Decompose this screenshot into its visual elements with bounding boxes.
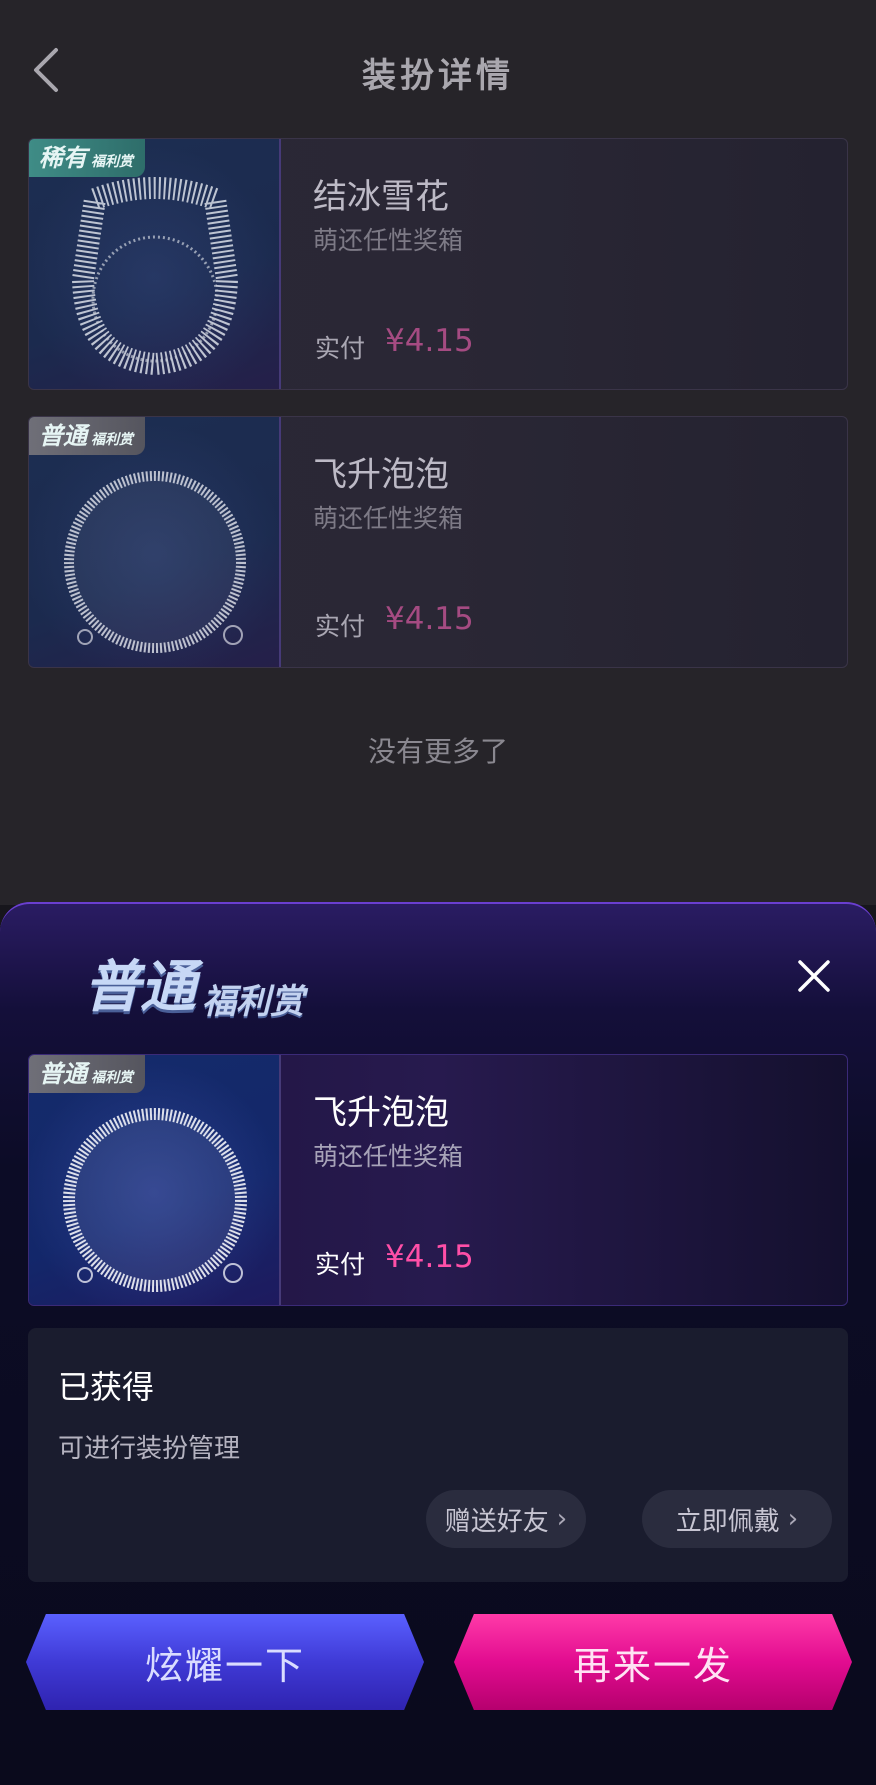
reward-sheet: 普通 福利赏 普通 福利赏 飞升泡泡 萌还任性奖箱 实付 ¥4.15 已获得 可… [0, 902, 876, 1785]
item-thumbnail: 普通 福利赏 [29, 417, 281, 667]
rarity-tag: 普通 福利赏 [29, 1055, 145, 1093]
pay-label: 实付 [315, 334, 366, 363]
item-thumbnail: 稀有 福利赏 [29, 139, 281, 389]
item-name: 飞升泡泡 [313, 1093, 449, 1133]
rarity-label: 普通 [39, 422, 87, 450]
close-button[interactable] [796, 958, 832, 994]
pay-price: ¥4.15 [385, 323, 474, 359]
status-description: 可进行装扮管理 [58, 1434, 241, 1464]
reward-type-label: 福利赏 [91, 154, 133, 170]
pay-label: 实付 [315, 1250, 366, 1279]
reward-item-card: 普通 福利赏 飞升泡泡 萌还任性奖箱 实付 ¥4.15 [28, 1054, 848, 1306]
item-name: 飞升泡泡 [313, 455, 449, 495]
rarity-tag: 普通 福利赏 [29, 417, 145, 455]
pay-price: ¥4.15 [385, 601, 474, 637]
list-item[interactable]: 稀有 福利赏 结冰雪花 萌还任性奖箱 实付 ¥4.15 [28, 138, 848, 390]
rarity-tag: 稀有 福利赏 [29, 139, 145, 177]
pay-label: 实付 [315, 612, 366, 641]
close-icon [798, 960, 830, 992]
pay-price: ¥4.15 [385, 1239, 474, 1275]
wear-now-button[interactable]: 立即佩戴 › [642, 1490, 832, 1548]
item-name: 结冰雪花 [313, 177, 449, 217]
item-source: 萌还任性奖箱 [313, 226, 464, 255]
item-source: 萌还任性奖箱 [313, 504, 464, 533]
chevron-right-icon: › [556, 1504, 568, 1534]
show-off-button[interactable]: 炫耀一下 [26, 1614, 424, 1710]
badge-reward-label: 福利赏 [202, 982, 304, 1022]
bubble-image [63, 1108, 247, 1292]
bubble-image [64, 471, 246, 653]
rarity-label: 稀有 [39, 144, 87, 172]
wear-now-label: 立即佩戴 [675, 1506, 780, 1537]
page-title: 装扮详情 [362, 56, 514, 96]
list-item[interactable]: 普通 福利赏 飞升泡泡 萌还任性奖箱 实付 ¥4.15 [28, 416, 848, 668]
ice-frame-image [71, 177, 239, 376]
gift-friend-button[interactable]: 赠送好友 › [426, 1490, 586, 1548]
ownership-status-panel: 已获得 可进行装扮管理 赠送好友 › 立即佩戴 › [28, 1328, 848, 1582]
gift-friend-label: 赠送好友 [444, 1506, 549, 1537]
no-more-text: 没有更多了 [367, 735, 508, 768]
rarity-label: 普通 [39, 1060, 87, 1088]
draw-again-button[interactable]: 再来一发 [454, 1614, 852, 1710]
reward-type-label: 福利赏 [91, 1070, 133, 1086]
reward-type-label: 福利赏 [91, 432, 133, 448]
chevron-right-icon: › [787, 1504, 799, 1534]
top-bar: 装扮详情 [0, 0, 876, 140]
item-thumbnail: 普通 福利赏 [29, 1055, 281, 1305]
item-source: 萌还任性奖箱 [313, 1142, 464, 1171]
rarity-badge: 普通 福利赏 [84, 942, 304, 1023]
status-title: 已获得 [58, 1368, 155, 1406]
badge-rarity-label: 普通 [84, 955, 196, 1020]
